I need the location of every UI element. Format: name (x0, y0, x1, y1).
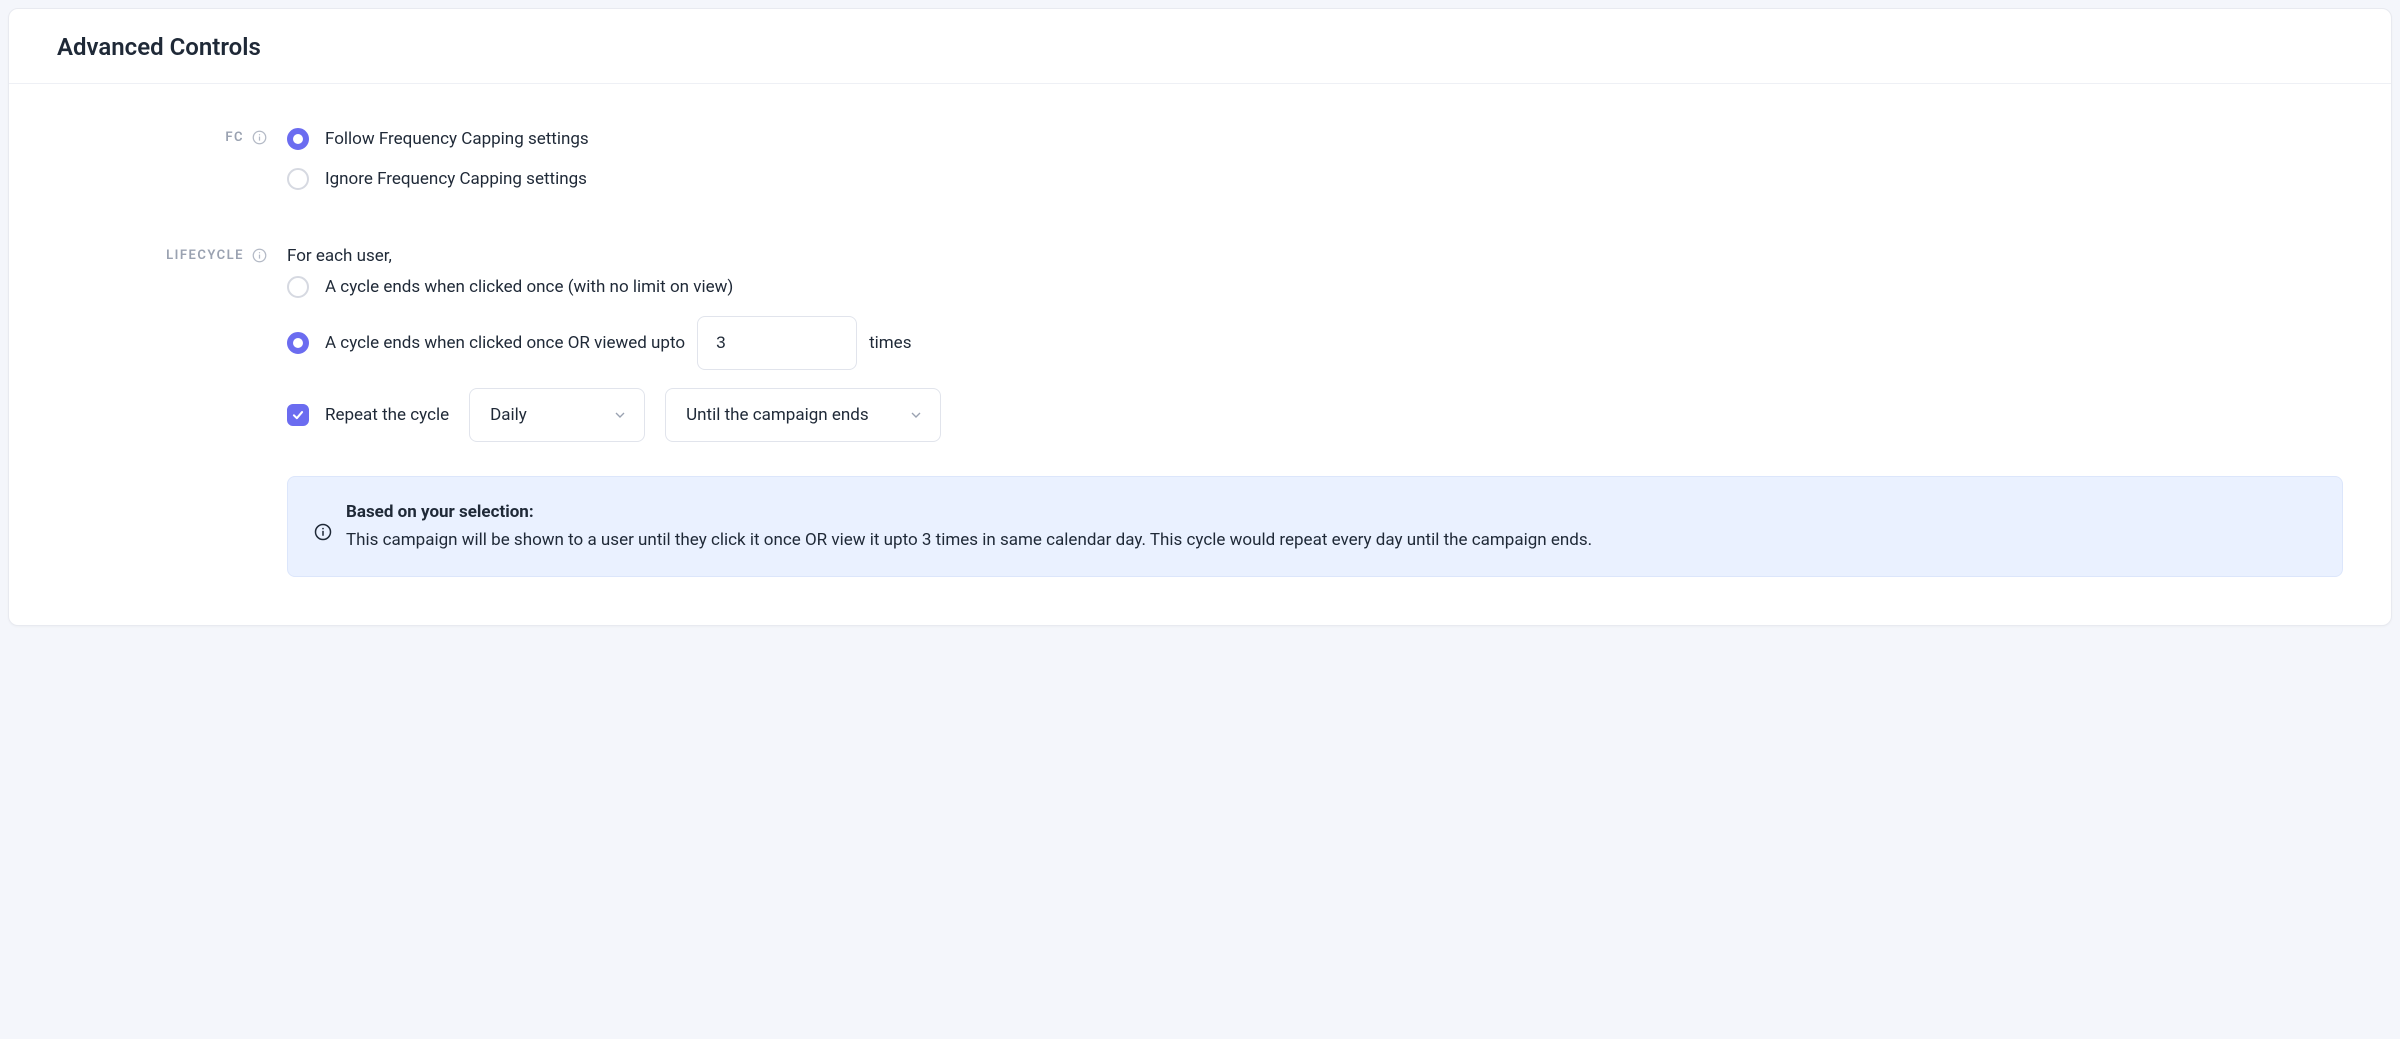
select-value: Daily (490, 405, 527, 425)
radio-icon (287, 332, 309, 354)
card-body: FC Follow Frequency Capping settings I (9, 84, 2391, 625)
card-title: Advanced Controls (57, 33, 2343, 61)
repeat-until-select[interactable]: Until the campaign ends (665, 388, 941, 442)
fc-label-group: FC (57, 128, 267, 145)
fc-row: FC Follow Frequency Capping settings I (57, 128, 2343, 190)
info-icon[interactable] (252, 130, 267, 145)
summary-text: Based on your selection: This campaign w… (346, 499, 1592, 554)
repeat-frequency-select[interactable]: Daily (469, 388, 645, 442)
radio-icon (287, 128, 309, 150)
lifecycle-label: LIFECYCLE (166, 248, 244, 263)
summary-title: Based on your selection: (346, 499, 1592, 525)
checkbox-icon (287, 404, 309, 426)
advanced-controls-card: Advanced Controls FC Follow Frequency Ca… (8, 8, 2392, 626)
fc-label: FC (225, 130, 244, 145)
repeat-label: Repeat the cycle (325, 405, 449, 425)
lifecycle-lead: For each user, (287, 246, 2343, 266)
view-count-input[interactable] (697, 316, 857, 370)
lifecycle-options: A cycle ends when clicked once (with no … (287, 276, 2343, 370)
fc-options: Follow Frequency Capping settings Ignore… (287, 128, 2343, 190)
radio-icon (287, 168, 309, 190)
summary-body: This campaign will be shown to a user un… (346, 527, 1592, 553)
fc-option-ignore[interactable]: Ignore Frequency Capping settings (287, 168, 2343, 190)
lifecycle-content: For each user, A cycle ends when clicked… (287, 246, 2343, 577)
chevron-down-icon (612, 407, 628, 423)
lifecycle-option-clicked-once[interactable]: A cycle ends when clicked once (with no … (287, 276, 2343, 298)
radio-icon (287, 276, 309, 298)
info-icon (314, 523, 332, 549)
option-label: A cycle ends when clicked once (with no … (325, 277, 733, 297)
lifecycle-row: LIFECYCLE For each user, A cycle ends wh… (57, 246, 2343, 577)
fc-option-label: Ignore Frequency Capping settings (325, 169, 587, 189)
fc-option-follow[interactable]: Follow Frequency Capping settings (287, 128, 2343, 150)
selection-summary-panel: Based on your selection: This campaign w… (287, 476, 2343, 577)
option-label-post: times (869, 333, 911, 353)
card-header: Advanced Controls (9, 9, 2391, 83)
fc-option-label: Follow Frequency Capping settings (325, 129, 589, 149)
option-label-pre: A cycle ends when clicked once OR viewed… (325, 333, 685, 353)
lifecycle-option-clicked-or-viewed[interactable]: A cycle ends when clicked once OR viewed… (287, 316, 2343, 370)
select-value: Until the campaign ends (686, 405, 869, 425)
lifecycle-label-group: LIFECYCLE (57, 246, 267, 263)
repeat-cycle-row: Repeat the cycle Daily Until the campaig… (287, 388, 2343, 442)
chevron-down-icon (908, 407, 924, 423)
repeat-cycle-checkbox[interactable]: Repeat the cycle (287, 404, 449, 426)
info-icon[interactable] (252, 248, 267, 263)
